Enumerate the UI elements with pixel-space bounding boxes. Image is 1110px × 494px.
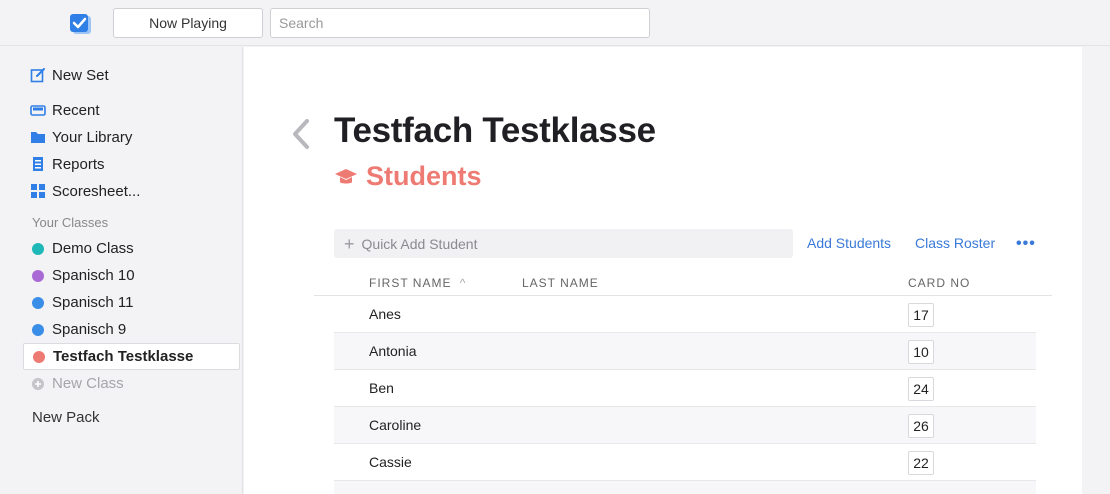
sidebar-item-library[interactable]: Your Library (30, 125, 132, 149)
class-color-dot (32, 296, 44, 309)
class-roster-button[interactable]: Class Roster (915, 235, 995, 251)
sidebar-item-label: Recent (52, 101, 100, 119)
card-number-cell[interactable]: 26 (908, 414, 934, 438)
class-item-spanisch-10[interactable]: Spanisch 10 (23, 262, 240, 289)
table-row-partial[interactable] (334, 481, 1036, 494)
search-input[interactable] (270, 8, 650, 38)
first-name-cell: Antonia (369, 343, 417, 359)
your-classes-heading: Your Classes (32, 215, 109, 230)
card-number-cell[interactable]: 17 (908, 303, 934, 327)
table-row[interactable]: Cassie 22 (334, 444, 1036, 481)
column-header-last-name[interactable]: LAST NAME (522, 276, 599, 290)
new-class-button[interactable]: New Class (23, 370, 240, 397)
grid-icon (30, 183, 46, 199)
quick-add-placeholder: Quick Add Student (361, 235, 478, 252)
table-row[interactable]: Antonia 10 (334, 333, 1036, 370)
column-header-first-name[interactable]: FIRST NAME ^ (369, 276, 466, 290)
sidebar-item-recent[interactable]: Recent (30, 98, 100, 122)
more-options-icon[interactable]: ••• (1016, 235, 1036, 253)
sidebar-item-scoresheet[interactable]: Scoresheet... (30, 179, 140, 203)
first-name-cell: Caroline (369, 417, 422, 433)
card-number-cell[interactable]: 22 (908, 451, 934, 475)
class-color-dot (32, 323, 44, 336)
new-class-label: New Class (52, 375, 124, 392)
table-row[interactable]: Ben 24 (334, 370, 1036, 407)
new-set-button[interactable]: New Set (30, 63, 109, 87)
section-subtitle: Students (334, 161, 482, 192)
card-number-cell[interactable]: 24 (908, 377, 934, 401)
plus-circle-icon (32, 377, 44, 390)
first-name-cell: Anes (369, 306, 401, 322)
sidebar-item-label: Your Library (52, 128, 133, 146)
class-item-label: Testfach Testklasse (53, 348, 194, 365)
first-name-cell: Ben (369, 380, 394, 396)
folder-icon (30, 129, 46, 145)
page-title: Testfach Testklasse (334, 111, 656, 150)
first-name-cell: Cassie (369, 454, 412, 470)
subtitle-label: Students (366, 161, 482, 191)
class-item-label: Spanisch 9 (52, 321, 127, 338)
top-bar: Now Playing (0, 0, 1110, 46)
table-row[interactable]: Anes 17 (334, 296, 1036, 333)
class-color-dot (32, 242, 44, 255)
class-item-spanisch-9[interactable]: Spanisch 9 (23, 316, 240, 343)
sidebar-item-label: Reports (52, 155, 105, 173)
edit-icon (30, 67, 46, 83)
inbox-icon (30, 102, 46, 118)
now-playing-button[interactable]: Now Playing (113, 8, 263, 38)
column-header-label: FIRST NAME (369, 276, 452, 290)
new-set-label: New Set (52, 66, 109, 84)
add-students-button[interactable]: Add Students (807, 235, 891, 251)
quick-add-student-input[interactable]: + Quick Add Student (334, 229, 793, 258)
column-header-card-no[interactable]: CARD NO (908, 276, 970, 290)
table-row[interactable]: Caroline 26 (334, 407, 1036, 444)
sidebar: New Set Recent Your Library Reports Scor… (0, 47, 243, 494)
class-item-label: Spanisch 11 (52, 294, 134, 311)
class-color-dot (32, 269, 44, 282)
class-item-spanisch-11[interactable]: Spanisch 11 (23, 289, 240, 316)
graduation-cap-icon (335, 168, 357, 183)
back-chevron-icon[interactable] (290, 117, 312, 151)
class-item-label: Demo Class (52, 240, 134, 257)
class-item-label: Spanisch 10 (52, 267, 135, 284)
sort-ascending-icon: ^ (459, 276, 467, 290)
report-icon (30, 156, 46, 172)
new-pack-button[interactable]: New Pack (32, 409, 100, 426)
sidebar-item-label: Scoresheet... (52, 182, 141, 200)
class-item-testfach-testklasse[interactable]: Testfach Testklasse (23, 343, 240, 370)
main-panel: Testfach Testklasse Students + Quick Add… (244, 47, 1082, 494)
sidebar-item-reports[interactable]: Reports (30, 152, 105, 176)
card-number-cell[interactable]: 10 (908, 340, 934, 364)
class-color-dot (33, 350, 45, 363)
class-item-demo-class[interactable]: Demo Class (23, 235, 240, 262)
app-logo-icon[interactable] (69, 12, 93, 36)
plus-icon: + (344, 233, 355, 254)
